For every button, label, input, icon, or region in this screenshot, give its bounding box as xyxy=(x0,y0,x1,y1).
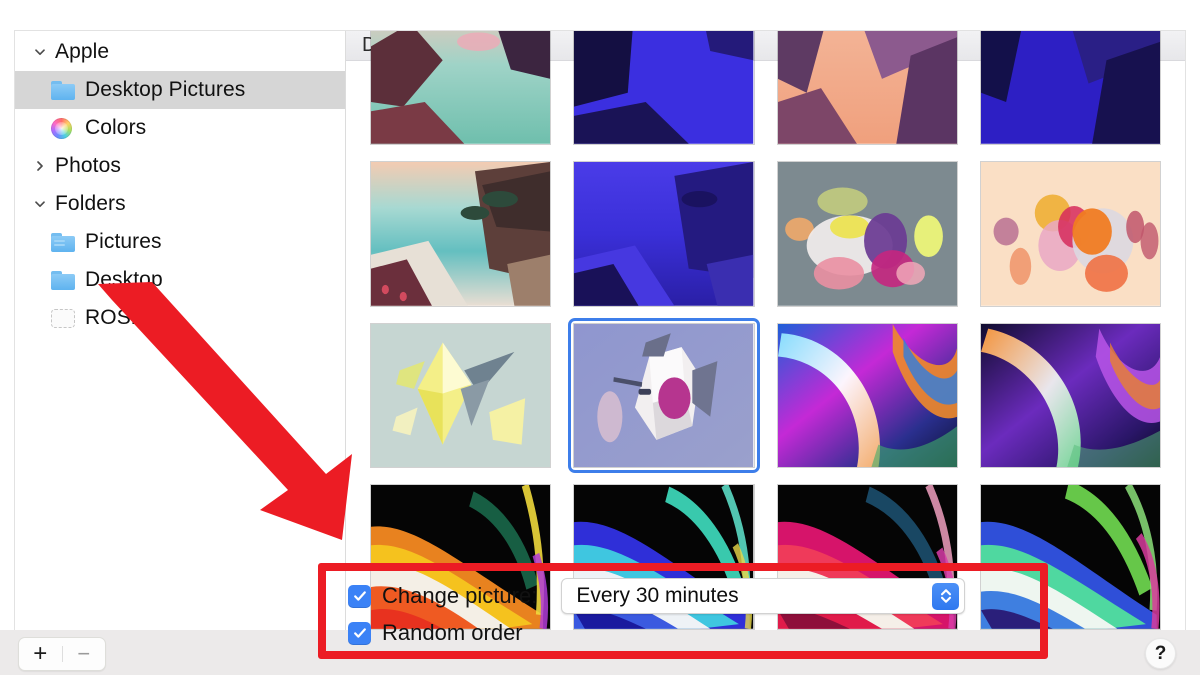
sidebar-item-label: ROSE xyxy=(85,306,145,329)
folder-lines-icon xyxy=(51,232,81,252)
crystal-yellow-image xyxy=(370,322,552,469)
wallpaper-thumbnail[interactable] xyxy=(370,322,552,469)
wallpaper-panel: Desktop Pictures xyxy=(346,31,1185,630)
sidebar-item-apple[interactable]: Apple xyxy=(15,33,345,71)
wallpaper-thumbnail[interactable] xyxy=(776,322,958,469)
change-picture-label: Change picture: xyxy=(382,583,538,608)
add-remove-folder-control[interactable]: + − xyxy=(18,637,106,671)
apple-logo-3d-image xyxy=(573,322,755,469)
change-picture-row[interactable]: Change picture: Every 30 minutes xyxy=(348,578,966,614)
sidebar-item-label: Desktop Pictures xyxy=(85,78,246,101)
wallpaper-thumbnail[interactable] xyxy=(979,322,1161,469)
big-sur-graphic-day-image xyxy=(370,160,552,307)
sidebar-item-label: Apple xyxy=(55,40,110,63)
desktop-preferences-window: Apple Desktop Pictures Colors Photos Fol… xyxy=(14,30,1186,630)
change-interval-dropdown[interactable]: Every 30 minutes xyxy=(561,578,966,614)
wallpaper-thumbnail[interactable] xyxy=(573,31,755,145)
sidebar-item-label: Colors xyxy=(85,116,147,139)
catalina-dusk-cropped-image xyxy=(776,31,958,145)
folder-dashed-icon xyxy=(51,308,81,328)
sidebar-item-desktop[interactable]: Desktop xyxy=(15,261,345,299)
sidebar-item-folders[interactable]: Folders xyxy=(15,185,345,223)
sidebar-item-photos[interactable]: Photos xyxy=(15,147,345,185)
random-order-checkbox[interactable] xyxy=(348,621,371,645)
chevron-down-icon[interactable] xyxy=(29,45,51,59)
abstract-shapes-peach-image xyxy=(979,160,1161,307)
silk-magenta-arc-image xyxy=(776,322,958,469)
screenshot-root: Apple Desktop Pictures Colors Photos Fol… xyxy=(0,0,1200,675)
big-sur-day-cropped-image xyxy=(370,31,552,145)
sidebar-item-label: Desktop xyxy=(85,268,163,291)
change-interval-value: Every 30 minutes xyxy=(576,584,739,607)
chevron-down-icon[interactable] xyxy=(29,197,51,211)
chevron-right-icon[interactable] xyxy=(29,159,51,173)
wallpaper-thumbnail[interactable] xyxy=(979,31,1161,145)
wallpaper-thumbnail[interactable] xyxy=(776,160,958,307)
color-wheel-icon xyxy=(51,117,81,139)
wallpaper-grid[interactable] xyxy=(346,31,1185,630)
swirl-green-image xyxy=(979,484,1161,630)
wallpaper-thumbnail[interactable] xyxy=(370,31,552,145)
wallpaper-thumbnail[interactable] xyxy=(573,160,755,307)
catalina-night-cropped-image xyxy=(979,31,1161,145)
sources-sidebar[interactable]: Apple Desktop Pictures Colors Photos Fol… xyxy=(15,31,346,630)
wallpaper-thumbnail[interactable] xyxy=(776,31,958,145)
random-order-label: Random order xyxy=(382,620,523,645)
change-picture-checkbox[interactable] xyxy=(348,584,371,608)
folder-icon xyxy=(51,80,81,100)
folder-icon xyxy=(51,270,81,290)
big-sur-night-cropped-image xyxy=(573,31,755,145)
big-sur-graphic-night-image xyxy=(573,160,755,307)
wallpaper-thumbnail-selected[interactable] xyxy=(568,317,760,474)
silk-orange-arc-image xyxy=(979,322,1161,469)
wallpaper-thumbnail[interactable] xyxy=(979,160,1161,307)
add-folder-button[interactable]: + xyxy=(19,642,62,666)
help-button[interactable]: ? xyxy=(1145,638,1176,669)
sidebar-item-desktop-pictures[interactable]: Desktop Pictures xyxy=(15,71,345,109)
sidebar-item-label: Pictures xyxy=(85,230,162,253)
wallpaper-thumbnail[interactable] xyxy=(370,160,552,307)
remove-folder-button[interactable]: − xyxy=(63,643,106,665)
chevron-updown-icon[interactable] xyxy=(932,582,960,610)
sidebar-item-label: Photos xyxy=(55,154,121,177)
slideshow-options: Change picture: Every 30 minutes Random … xyxy=(348,578,966,646)
sidebar-item-label: Folders xyxy=(55,192,126,215)
wallpaper-thumbnail[interactable] xyxy=(979,484,1161,630)
sidebar-item-rose[interactable]: ROSE xyxy=(15,299,345,337)
sidebar-item-pictures[interactable]: Pictures xyxy=(15,223,345,261)
abstract-shapes-gray-image xyxy=(776,160,958,307)
sidebar-item-colors[interactable]: Colors xyxy=(15,109,345,147)
random-order-row[interactable]: Random order xyxy=(348,620,965,646)
